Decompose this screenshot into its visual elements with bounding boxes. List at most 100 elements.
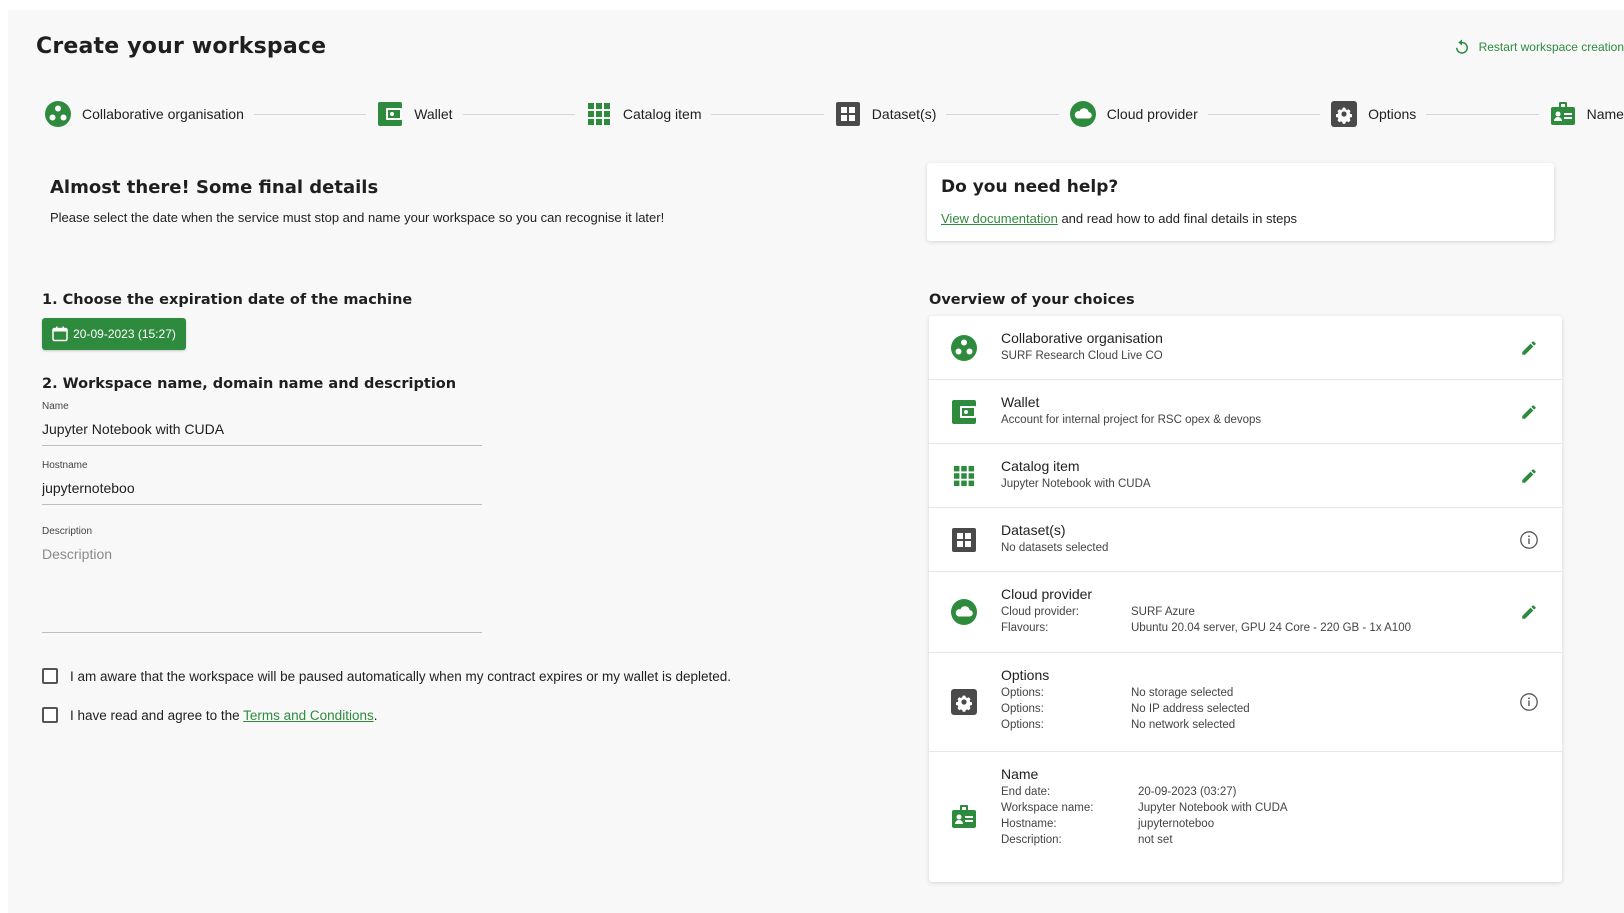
overview-card: Collaborative organisation SURF Research… bbox=[929, 316, 1562, 882]
people-circle-icon bbox=[949, 333, 979, 363]
cloud-icon bbox=[949, 597, 979, 627]
overview-value: No storage selected bbox=[1131, 687, 1234, 699]
expiration-date-label: 20-09-2023 (15:27) bbox=[73, 327, 176, 341]
overview-key: Options: bbox=[1001, 719, 1044, 731]
step-connector bbox=[946, 113, 1059, 115]
overview-item-title: Name bbox=[1001, 766, 1039, 782]
step-catalog-item[interactable]: Catalog item bbox=[585, 100, 702, 128]
overview-value: not set bbox=[1138, 834, 1173, 846]
expiration-date-button[interactable]: 20-09-2023 (15:27) bbox=[42, 318, 186, 350]
id-badge-icon bbox=[949, 802, 979, 832]
step-connector bbox=[1426, 113, 1539, 115]
step-connector bbox=[711, 113, 824, 115]
overview-value: Jupyter Notebook with CUDA bbox=[1138, 802, 1288, 814]
pause-agreement-text: I am aware that the workspace will be pa… bbox=[70, 668, 732, 684]
overview-key: Hostname: bbox=[1001, 818, 1057, 830]
name-field: Name bbox=[42, 401, 482, 446]
overview-row-wallet: Wallet Account for internal project for … bbox=[929, 380, 1562, 444]
overview-row-collaborative-organisation: Collaborative organisation SURF Research… bbox=[929, 316, 1562, 380]
step-cloud-provider[interactable]: Cloud provider bbox=[1069, 100, 1198, 128]
overview-key: Description: bbox=[1001, 834, 1062, 846]
calendar-icon bbox=[52, 326, 68, 342]
overview-value: 20-09-2023 (03:27) bbox=[1138, 786, 1237, 798]
overview-key: Workspace name: bbox=[1001, 802, 1094, 814]
expiration-section-title: 1. Choose the expiration date of the mac… bbox=[42, 292, 413, 308]
help-card: Do you need help? View documentation and… bbox=[927, 163, 1554, 241]
overview-item-value: No datasets selected bbox=[1001, 542, 1109, 554]
overview-item-title: Options bbox=[1001, 667, 1050, 683]
overview-value: No IP address selected bbox=[1131, 703, 1250, 715]
overview-row-name: Name End date: 20-09-2023 (03:27) Workspa… bbox=[929, 752, 1562, 882]
cloud-icon bbox=[1069, 100, 1097, 128]
overview-item-title: Cloud provider bbox=[1001, 586, 1093, 602]
overview-item-title: Catalog item bbox=[1001, 458, 1080, 474]
step-connector bbox=[253, 113, 367, 115]
pencil-icon bbox=[1522, 340, 1536, 355]
edit-catalog-item-button[interactable] bbox=[1518, 465, 1540, 487]
terms-prefix: I have read and agree to the bbox=[70, 707, 244, 723]
help-text: View documentation and read how to add f… bbox=[941, 211, 1540, 226]
step-label: Catalog item bbox=[622, 106, 702, 122]
help-title: Do you need help? bbox=[941, 177, 1119, 197]
overview-item-value: Account for internal project for RSC ope… bbox=[1001, 414, 1262, 426]
gear-icon bbox=[1330, 100, 1358, 128]
terms-agreement-text: I have read and agree to the Terms and C… bbox=[70, 708, 377, 723]
step-wallet[interactable]: Wallet bbox=[376, 100, 453, 128]
description-field-label: Description bbox=[42, 526, 93, 537]
overview-key: End date: bbox=[1001, 786, 1051, 798]
overview-value: Ubuntu 20.04 server, GPU 24 Core - 220 G… bbox=[1131, 622, 1411, 634]
step-options[interactable]: Options bbox=[1330, 100, 1416, 128]
overview-row-options: Options Options: No storage selected Opti… bbox=[929, 653, 1562, 752]
overview-item-value: Jupyter Notebook with CUDA bbox=[1001, 478, 1151, 490]
overview-value: SURF Azure bbox=[1131, 606, 1195, 618]
edit-collaborative-organisation-button[interactable] bbox=[1518, 337, 1540, 359]
terms-agreement-checkbox[interactable] bbox=[42, 707, 58, 723]
help-text-rest: and read how to add final details in ste… bbox=[1057, 211, 1298, 226]
overview-key: Options: bbox=[1001, 703, 1044, 715]
pause-agreement-checkbox[interactable] bbox=[42, 668, 58, 684]
overview-row-datasets: Dataset(s) No datasets selected bbox=[929, 508, 1562, 572]
step-collaborative-organisation[interactable]: Collaborative organisation bbox=[44, 100, 244, 128]
overview-item-title: Wallet bbox=[1001, 394, 1040, 410]
hostname-input[interactable] bbox=[42, 477, 482, 505]
step-label: Name bbox=[1586, 106, 1624, 122]
wallet-icon bbox=[376, 100, 404, 128]
grid-icon bbox=[949, 461, 979, 491]
step-connector bbox=[1207, 113, 1321, 115]
step-label: Options bbox=[1368, 106, 1417, 122]
step-label: Wallet bbox=[414, 106, 453, 122]
description-input[interactable] bbox=[42, 543, 482, 633]
edit-wallet-button[interactable] bbox=[1518, 401, 1540, 423]
step-label: Cloud provider bbox=[1106, 106, 1198, 122]
step-datasets[interactable]: Dataset(s) bbox=[834, 100, 936, 128]
dataset-icon bbox=[949, 525, 979, 555]
view-documentation-link[interactable]: View documentation bbox=[941, 211, 1058, 226]
naming-section-title: 2. Workspace name, domain name and descr… bbox=[42, 376, 457, 392]
overview-row-catalog-item: Catalog item Jupyter Notebook with CUDA bbox=[929, 444, 1562, 508]
stepper: Collaborative organisation Wallet Catalo… bbox=[44, 97, 1624, 131]
intro-title: Almost there! Some final details bbox=[50, 177, 379, 198]
restart-label: Restart workspace creation bbox=[1478, 40, 1624, 54]
edit-cloud-provider-button[interactable] bbox=[1518, 601, 1540, 623]
restart-workspace-button[interactable]: Restart workspace creation bbox=[1453, 38, 1624, 56]
pencil-icon bbox=[1522, 404, 1536, 419]
overview-item-value: SURF Research Cloud Live CO bbox=[1001, 350, 1163, 362]
overview-title: Overview of your choices bbox=[929, 292, 1135, 308]
options-info-button[interactable] bbox=[1518, 691, 1540, 713]
people-circle-icon bbox=[44, 100, 72, 128]
datasets-info-button[interactable] bbox=[1518, 529, 1540, 551]
terms-suffix: . bbox=[373, 707, 378, 723]
step-name[interactable]: Name bbox=[1549, 100, 1624, 128]
step-label: Collaborative organisation bbox=[82, 106, 244, 122]
wallet-icon bbox=[949, 397, 979, 427]
overview-row-cloud-provider: Cloud provider Cloud provider: SURF Azure… bbox=[929, 572, 1562, 653]
pencil-icon bbox=[1522, 468, 1536, 483]
name-input[interactable] bbox=[42, 418, 482, 446]
terms-link[interactable]: Terms and Conditions bbox=[243, 708, 374, 723]
overview-value: jupyternoteboo bbox=[1138, 818, 1215, 830]
intro-text: Please select the date when the service … bbox=[50, 210, 665, 225]
hostname-field: Hostname bbox=[42, 460, 482, 505]
overview-key: Options: bbox=[1001, 687, 1044, 699]
info-icon bbox=[1520, 530, 1538, 549]
dataset-icon bbox=[834, 100, 862, 128]
